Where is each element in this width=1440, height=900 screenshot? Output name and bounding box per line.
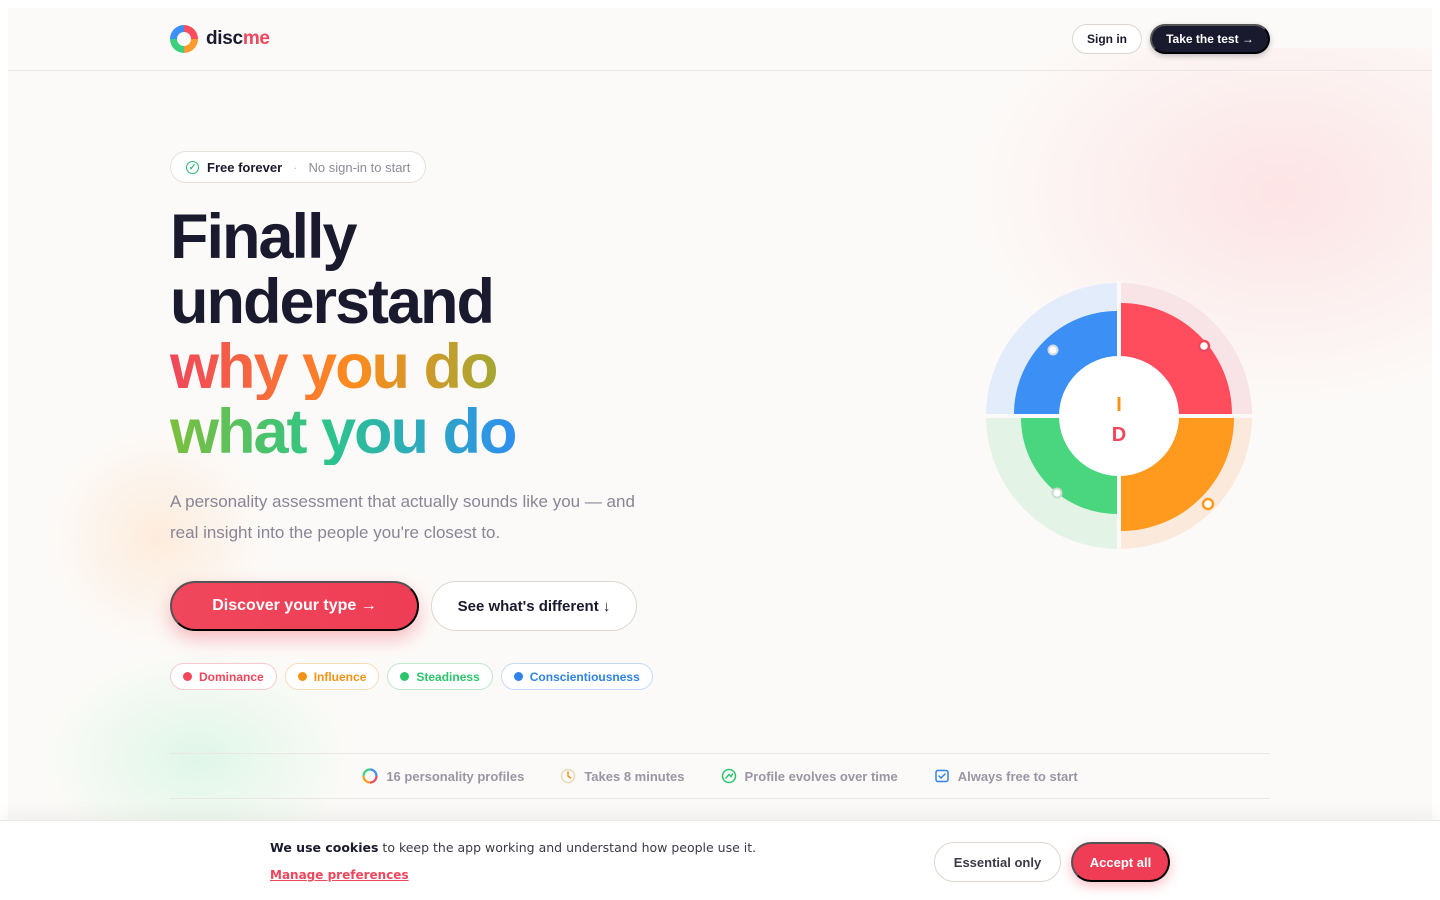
color-wheel-icon: [362, 768, 378, 784]
brand-name-part1: disc: [206, 28, 243, 49]
feature-item: Always free to start: [934, 768, 1078, 784]
page: discme Sign in Take the test → ✓ Free fo…: [8, 8, 1432, 900]
feature-label: 16 personality profiles: [386, 768, 525, 784]
essential-only-button[interactable]: Essential only: [934, 842, 1061, 882]
brand-name: discme: [206, 28, 270, 50]
badge-primary: Free forever: [207, 159, 283, 175]
trait-label: Dominance: [199, 669, 264, 684]
trait-dot-icon: [183, 672, 192, 681]
wheel-marker: [1197, 339, 1211, 353]
hero-headline: Finally understand why you do what you d…: [170, 202, 517, 467]
cookie-banner: We use cookies to keep the app working a…: [0, 820, 1440, 900]
badge-separator: ·: [293, 159, 298, 175]
trait-label: Conscientiousness: [529, 669, 640, 684]
cookie-message-text: to keep the app working and understand h…: [378, 840, 757, 855]
wheel-marker: [1051, 487, 1063, 499]
clock-icon: [561, 768, 576, 784]
wheel-center: [1059, 356, 1179, 476]
wheel-letter-i: I: [1116, 394, 1122, 416]
trait-chip-conscientiousness[interactable]: Conscientiousness: [500, 663, 653, 690]
checkbox-icon: [934, 769, 949, 783]
cookie-message: We use cookies to keep the app working a…: [270, 840, 756, 855]
discover-type-button[interactable]: Discover your type →: [170, 581, 419, 631]
feature-label: Always free to start: [957, 768, 1078, 784]
feature-item: Takes 8 minutes: [560, 768, 685, 784]
wheel-letter-d: D: [1112, 424, 1126, 446]
hero-subtitle: A personality assessment that actually s…: [170, 492, 635, 542]
trait-label: Steadiness: [416, 669, 480, 684]
trait-chips: Dominance Influence Steadiness Conscient…: [170, 663, 653, 690]
badge-secondary: No sign-in to start: [308, 159, 411, 175]
free-badge: ✓ Free forever · No sign-in to start: [170, 151, 427, 183]
headline-line-2: understand: [170, 267, 495, 337]
headline-line-3: why you do: [170, 332, 498, 402]
feature-label: Takes 8 minutes: [584, 768, 685, 784]
trait-label: Influence: [313, 669, 367, 684]
manage-preferences-link[interactable]: Manage preferences: [270, 868, 409, 882]
disc-wheel: I D: [984, 281, 1254, 551]
growth-icon: [721, 768, 736, 784]
feature-item: Profile evolves over time: [721, 768, 898, 784]
brand-name-part2: me: [242, 28, 270, 49]
wheel-marker: [1047, 344, 1059, 356]
trait-chip-steadiness[interactable]: Steadiness: [387, 663, 493, 690]
take-test-button[interactable]: Take the test →: [1150, 24, 1270, 54]
feature-label: Profile evolves over time: [744, 768, 898, 784]
accept-all-button[interactable]: Accept all: [1071, 842, 1170, 882]
brand-logo[interactable]: discme: [170, 25, 270, 53]
trait-chip-influence[interactable]: Influence: [284, 663, 380, 690]
logo-wheel-icon: [170, 25, 198, 53]
feature-strip: 16 personality profiles Takes 8 minutes …: [170, 753, 1270, 799]
wheel-marker: [1201, 497, 1215, 511]
headline-line-1: Finally: [170, 202, 358, 272]
cookie-message-bold: We use cookies: [270, 840, 379, 855]
trait-dot-icon: [297, 672, 307, 681]
top-navigation: discme Sign in Take the test →: [8, 8, 1432, 71]
feature-item: 16 personality profiles: [362, 768, 524, 784]
see-different-button[interactable]: See what's different ↓: [431, 581, 637, 631]
sign-in-button[interactable]: Sign in: [1072, 24, 1142, 54]
trait-dot-icon: [400, 672, 410, 681]
trait-dot-icon: [513, 672, 523, 681]
trait-chip-dominance[interactable]: Dominance: [170, 663, 277, 690]
check-circle-icon: ✓: [186, 160, 199, 174]
headline-line-4: what you do: [170, 397, 517, 467]
